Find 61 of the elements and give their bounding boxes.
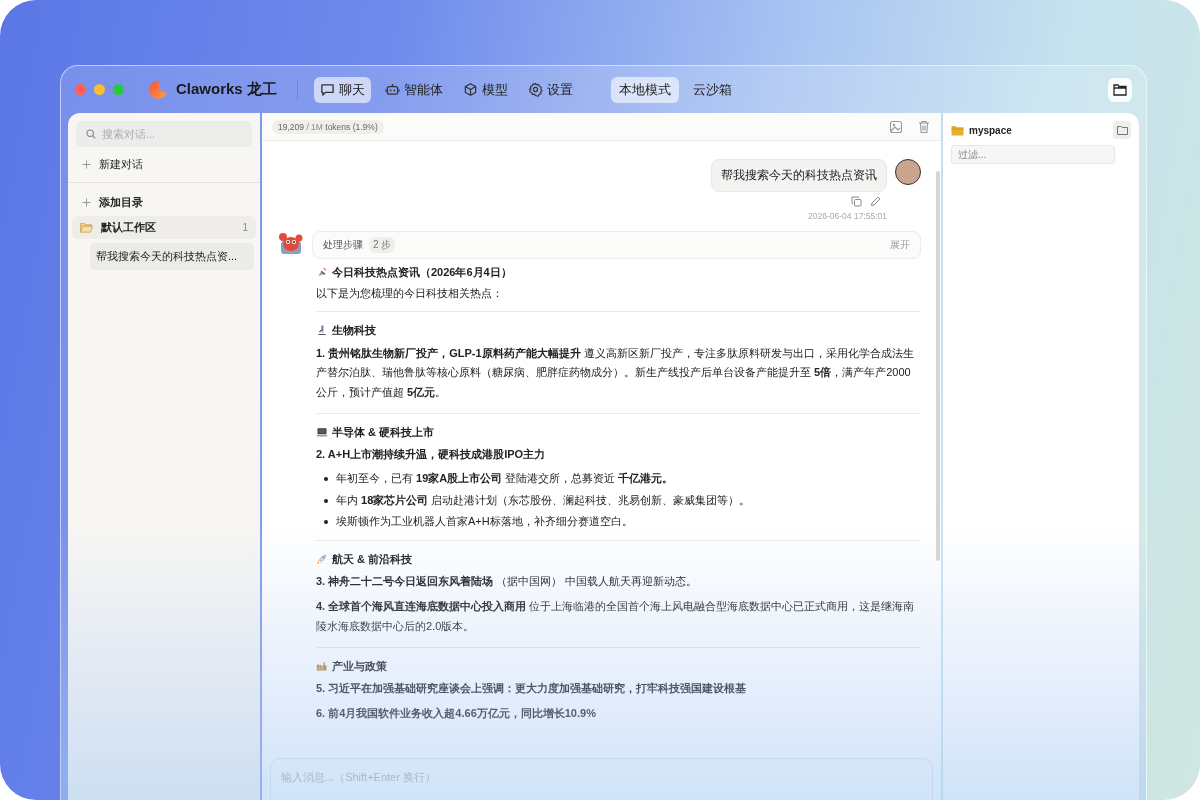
- app-logo: [146, 78, 168, 101]
- answer-text: 以下是为您梳理的今日科技相关热点：: [316, 285, 504, 301]
- news-item: 3. 神舟二十二号今日返回东风着陆场 （据中国网） 中国载人航天再迎新动态。: [316, 574, 699, 590]
- news-item: 6. 前4月我国软件业务收入超4.66万亿元，同比增长10.9%: [316, 705, 597, 721]
- section-heading: 半导体 & 硬科技上市: [332, 424, 435, 440]
- bullet-text: 年初至今，已有 19家A股上市公司 登陆港交所，总募资近 千亿港元。: [336, 471, 674, 487]
- section-icon: [316, 659, 328, 672]
- news-item: 5. 习近平在加强基础研究座谈会上强调：更大力度加强基础研究，打牢科技强国建设根基: [316, 681, 748, 697]
- steps-label: 处理步骤: [323, 238, 363, 252]
- section-icon: [316, 324, 328, 337]
- section-icon: [316, 426, 328, 439]
- bullet-text: 埃斯顿作为工业机器人首家A+H标落地，补齐细分赛道空白。: [336, 514, 633, 530]
- app-name: Claworks 龙工: [176, 80, 277, 99]
- nav-tab[interactable]: 设置: [521, 76, 579, 103]
- plus-icon: [82, 198, 91, 207]
- robot-icon: [384, 82, 400, 97]
- add-folder-button[interactable]: 添加目录: [68, 189, 260, 216]
- plus-icon: [82, 160, 91, 169]
- mode-tab[interactable]: 云沙箱: [684, 76, 740, 103]
- edit-icon[interactable]: [870, 196, 881, 207]
- message-time: 2026-06-04 17:55:01: [808, 211, 887, 221]
- bullet-dot: [324, 498, 328, 503]
- steps-count: 2 步: [369, 237, 396, 253]
- conversation-item[interactable]: 帮我搜索今天的科技热点资...: [90, 243, 254, 270]
- user-avatar: [895, 159, 921, 185]
- copy-icon[interactable]: [851, 196, 862, 207]
- news-item: 2. A+H上市潮持续升温，硬科技成港股IPO主力: [316, 447, 547, 463]
- scrollbar[interactable]: [936, 171, 940, 561]
- section-heading: 生物科技: [332, 323, 376, 338]
- filter-field[interactable]: 过滤...: [951, 145, 1115, 164]
- folder-icon: [1113, 83, 1127, 96]
- folder-name: myspace: [969, 124, 1012, 136]
- bullet-text: 年内 18家芯片公司 启动赴港计划（东芯股份、澜起科技、兆易创新、豪威集团等）。: [336, 492, 751, 508]
- assistant-avatar: [278, 231, 304, 257]
- section-heading: 航天 & 前沿科技: [332, 551, 413, 567]
- delete-icon[interactable]: [917, 119, 931, 134]
- section-heading: 产业与政策: [332, 658, 387, 674]
- mode-tab[interactable]: 本地模式: [610, 76, 679, 103]
- bullet-dot: [324, 477, 328, 482]
- search-icon: [86, 129, 96, 139]
- nav-tab[interactable]: 聊天: [313, 76, 371, 103]
- folder-icon: [951, 124, 964, 136]
- image-icon[interactable]: [889, 119, 903, 134]
- token-usage: 19,209 / 1M tokens (1.9%): [272, 119, 384, 134]
- section-icon: [316, 552, 328, 565]
- minimize-icon[interactable]: [94, 84, 105, 95]
- chat-icon: [319, 82, 335, 97]
- new-chat-button[interactable]: 新建对话: [68, 151, 260, 178]
- folder-icon: [1116, 125, 1128, 135]
- bullet-dot: [324, 520, 328, 525]
- folder-item[interactable]: 默认工作区 1: [72, 216, 256, 239]
- nav-tab[interactable]: 模型: [456, 76, 514, 103]
- satellite-icon: [316, 266, 328, 279]
- gear-icon: [527, 82, 543, 97]
- user-message: 帮我搜索今天的科技热点资讯: [711, 159, 887, 192]
- answer-title: 今日科技热点资讯（2026年6月4日）: [332, 265, 512, 280]
- folder-button[interactable]: [1108, 77, 1132, 102]
- nav-tab[interactable]: 智能体: [378, 76, 449, 103]
- news-item: 1. 贵州铭肽生物新厂投产，GLP-1原料药产能大幅提升 遵义高新区新厂投产，专注多肽原料研发与出口，采用化学合成法生产替尔泊肽、瑞他鲁肽等核心原料（糖尿病、肥胖症药物成分）。新生产线投产后单台设备产能提升至 5倍，满产年产2000公斤，预计产值超 5亿元。: [316, 345, 915, 401]
- news-item: 4. 全球首个海风直连海底数据中心投入商用 位于上海临港的全国首个海上风电融合型海底数据中心已正式商用，这是继海南陵水海底数据中心后的2.0版本。: [316, 599, 916, 634]
- cube-icon: [462, 82, 478, 97]
